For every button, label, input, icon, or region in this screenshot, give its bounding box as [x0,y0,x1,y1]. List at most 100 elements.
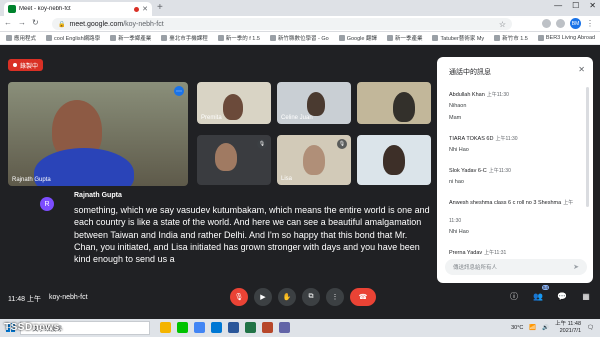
chat-scrollbar[interactable] [586,87,589,207]
mic-toggle-button[interactable]: 🎙 [230,288,248,306]
participants-count: 54 [541,285,549,290]
chat-panel: 通話中的訊息 ✕ Abdullah Khan 上午11:30 Nihaon Mam TI… [437,57,593,283]
reload-button[interactable]: ↻ [32,18,39,27]
notifications-icon[interactable]: 🗨 [587,325,594,331]
leave-call-button[interactable]: ☎ [350,288,376,306]
send-icon[interactable]: ➤ [573,263,579,271]
bookmark-favicon-icon [338,35,345,41]
bookmark-favicon-icon [217,35,224,41]
lock-icon: 🔒 [58,21,66,28]
bookmark-label: 新一季鄉產業 [118,36,152,42]
chat-message: Abdullah Khan 上午11:30 Nihaon [449,83,585,109]
chat-icon[interactable]: 💬 [556,290,568,302]
chat-text: Nhi Hao [449,147,469,153]
maximize-button[interactable]: ☐ [572,1,579,10]
taskbar-time: 上午 11:48 [555,321,582,327]
bookmark-item[interactable]: 新竹縣數位學習 - Go [269,34,329,42]
new-tab-button[interactable]: + [157,2,163,14]
bookmark-star-icon[interactable]: ☆ [499,20,506,29]
teams-icon[interactable] [279,322,290,333]
browser-tab[interactable]: Meet - koy-nebh-fct ✕ [4,2,152,16]
side-controls: ⓘ 👥 54 💬 ▦ [508,285,592,302]
windows-taskbar: ⌕ 文字來搜尋 30°C 📶 🔊 上午 11:48 2021/7/1 🗨 [0,319,600,337]
bookmark-item[interactable]: cool English網路學 [46,34,100,42]
participant-figure [215,143,237,171]
taskbar-date: 2021/7/1 [559,328,582,334]
chat-text: Mam [449,115,462,121]
bookmark-label: 新竹縣數位學習 - Go [277,36,329,42]
chat-sender: TIARA TOKAS 6D [449,136,494,142]
chat-time: 上午11:30 [488,168,511,174]
bookmark-item[interactable]: Tatuber藝術家 My [432,34,484,42]
video-tile[interactable]: 🎙 [197,135,271,185]
bookmark-favicon-icon [386,35,393,41]
chat-message-header: Anwesh sheshma class 6 c roll no 3 Shesh… [449,191,585,227]
bookmark-favicon-icon [537,35,544,41]
omnibox[interactable]: 🔒 meet.google.com/koy-nebh-fct ☆ [52,18,512,30]
chat-sender: Anwesh sheshma class 6 c roll no 3 Shesh… [449,200,562,206]
chat-sender: Prerna Yadav [449,250,483,256]
extension-icon[interactable] [556,19,565,28]
url-domain: meet.google.com [69,20,124,28]
chat-close-icon[interactable]: ✕ [578,65,585,74]
close-window-button[interactable]: ✕ [589,1,596,10]
chat-sender: Abdullah Khan [449,92,485,98]
info-icon[interactable]: ⓘ [508,290,520,302]
video-tile[interactable]: 🎙 Lisa [277,135,351,185]
mic-muted-icon: 🎙 [337,139,347,149]
taskbar-clock[interactable]: 上午 11:48 2021/7/1 [555,321,581,335]
chrome-icon[interactable] [194,322,205,333]
system-tray: 30°C 📶 🔊 上午 11:48 2021/7/1 🗨 [511,321,594,335]
video-tile[interactable] [357,82,431,124]
powerpoint-icon[interactable] [262,322,273,333]
edge-icon[interactable] [211,322,222,333]
nav-buttons: ← → ↻ [4,18,39,27]
camera-toggle-button[interactable]: ▶ [254,288,272,306]
bookmark-item[interactable]: 新一季的 f 1.5 [217,34,260,42]
tab-close-icon[interactable]: ✕ [142,5,148,13]
video-tile[interactable]: Celine Juan [277,82,351,124]
activities-icon[interactable]: ▦ [580,290,592,302]
bookmark-label: 新一季產業 [394,36,423,42]
video-tile[interactable] [357,135,431,185]
minimize-button[interactable]: — [554,1,562,10]
participant-name: Rajnath Gupta [12,177,51,183]
more-options-icon[interactable]: ⋯ [174,86,184,96]
file-explorer-icon[interactable] [160,322,171,333]
volume-icon[interactable]: 🔊 [542,325,549,331]
bookmark-item[interactable]: BER3 Living Abroad [537,35,595,41]
line-icon[interactable] [177,322,188,333]
bookmark-item[interactable]: 新竹市 1.5 [494,34,528,42]
chat-message: Slok Yadav 6-C 上午11:30 ni hao [449,159,585,185]
chat-time: 上午11:30 [495,136,518,142]
menu-icon[interactable]: ⋮ [586,19,594,28]
caption-speaker-avatar: R [40,197,54,211]
tab-title: Meet - koy-nebh-fct [19,6,71,12]
more-options-button[interactable]: ⋮ [326,288,344,306]
bookmark-item[interactable]: 臺北市手機課程 [161,34,208,42]
present-button[interactable]: ⧉ [302,288,320,306]
chat-input[interactable]: 傳送訊息給所有人 [445,259,587,275]
back-button[interactable]: ← [4,18,12,27]
people-icon[interactable]: 👥 54 [532,285,549,302]
video-tile-main[interactable]: ⋯ Rajnath Gupta [8,82,188,186]
bookmark-item[interactable]: Google 翻譯 [338,34,377,42]
taskbar-apps [160,322,290,333]
forward-button[interactable]: → [18,18,26,27]
excel-icon[interactable] [245,322,256,333]
extension-icon[interactable] [542,19,551,28]
bookmark-item[interactable]: 新一季鄉產業 [110,34,151,42]
bookmark-label: Tatuber藝術家 My [440,36,485,42]
wifi-icon[interactable]: 📶 [529,325,536,331]
raise-hand-button[interactable]: ✋ [278,288,296,306]
chat-message-header: Slok Yadav 6-C 上午11:30 [449,159,585,177]
word-icon[interactable] [228,322,239,333]
video-tile[interactable]: Premita [197,82,271,124]
weather[interactable]: 30°C [511,325,523,331]
profile-avatar[interactable]: BM [570,18,581,29]
bookmark-item[interactable]: 新一季產業 [386,34,423,42]
watermark: TSSDnews. [4,322,63,333]
bookmark-label: 臺北市手機課程 [169,36,208,42]
chat-message-header: Abdullah Khan 上午11:30 [449,83,585,101]
bookmark-item[interactable]: 應用程式 [6,34,36,42]
